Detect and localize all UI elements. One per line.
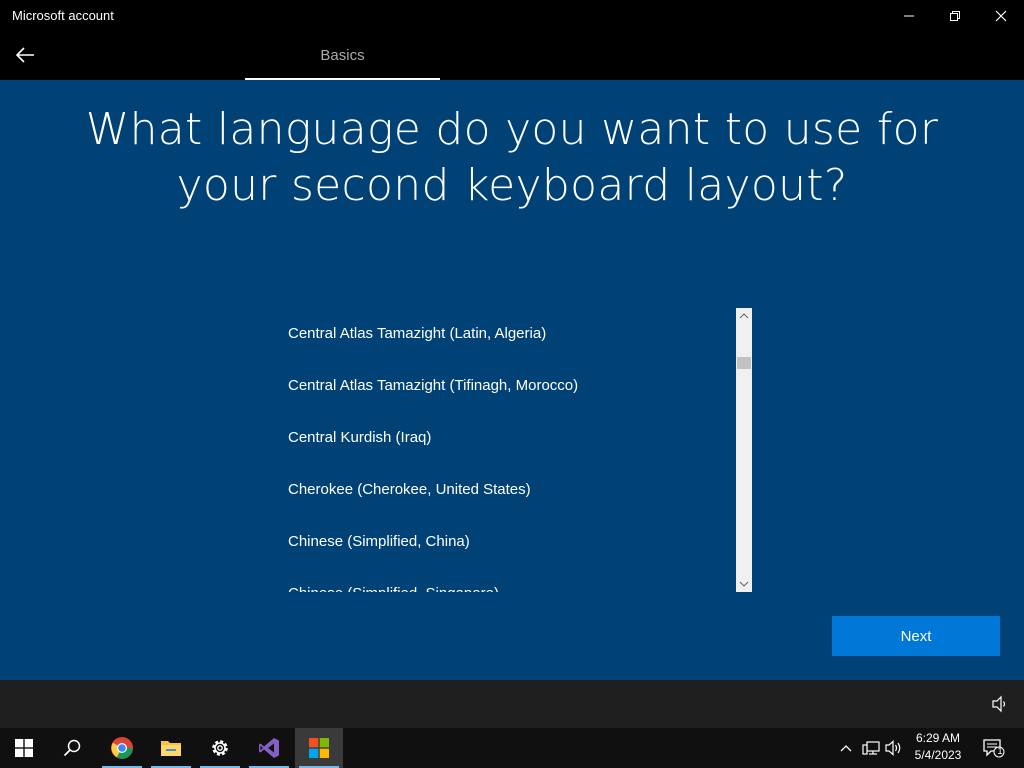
main-panel: What language do you want to use for you… [0, 80, 1024, 680]
microsoft-logo-icon [309, 738, 329, 758]
language-list[interactable]: Central Atlas Tamazight (Latin, Algeria)… [272, 308, 752, 592]
restore-icon [950, 11, 960, 21]
speaker-icon [992, 695, 1006, 713]
taskbar-microsoft-store[interactable] [295, 728, 343, 768]
taskbar-chrome[interactable] [98, 728, 146, 768]
scroll-up-button[interactable] [736, 308, 752, 324]
start-button[interactable] [0, 728, 48, 768]
chevron-up-icon [739, 313, 749, 319]
chevron-up-icon [840, 745, 852, 752]
list-item[interactable]: Cherokee (Cherokee, United States) [272, 464, 752, 516]
volume-tray-button[interactable] [884, 738, 904, 758]
list-item[interactable]: Central Atlas Tamazight (Tifinagh, Moroc… [272, 360, 752, 412]
page-title: What language do you want to use for you… [85, 104, 939, 211]
speaker-icon [885, 740, 901, 756]
network-icon [862, 741, 880, 755]
gear-icon [212, 740, 228, 756]
tab-basics[interactable]: Basics [245, 32, 440, 80]
window-title: Microsoft account [12, 8, 114, 23]
chrome-icon [111, 737, 133, 759]
minimize-button[interactable] [886, 0, 932, 32]
title-bar: Microsoft account [0, 0, 1024, 32]
notification-count-badge: 1 [997, 746, 1003, 756]
taskbar-clock[interactable]: 6:29 AM 5/4/2023 [905, 730, 971, 766]
taskbar-file-explorer[interactable] [147, 728, 195, 768]
folder-icon [161, 741, 181, 756]
accessibility-volume-button[interactable] [990, 694, 1010, 714]
list-item[interactable]: Central Kurdish (Iraq) [272, 412, 752, 464]
close-icon [995, 10, 1007, 22]
chevron-down-icon [739, 581, 749, 587]
visual-studio-icon [259, 738, 279, 758]
show-hidden-icons-button[interactable] [836, 738, 856, 758]
list-item[interactable]: Chinese (Simplified, Singapore) [272, 568, 752, 592]
network-tray-button[interactable] [861, 738, 881, 758]
list-item[interactable]: Central Atlas Tamazight (Latin, Algeria) [272, 308, 752, 360]
back-button[interactable] [8, 38, 42, 72]
clock-time: 6:29 AM [915, 731, 961, 745]
taskbar-settings[interactable] [196, 728, 244, 768]
bottom-bar [0, 680, 1024, 728]
restore-button[interactable] [932, 0, 978, 32]
scroll-down-button[interactable] [736, 576, 752, 592]
clock-date: 5/4/2023 [914, 748, 962, 762]
action-center-button[interactable]: 1 [982, 738, 1006, 758]
nav-header: Basics [0, 32, 1024, 80]
next-button[interactable]: Next [832, 616, 1000, 656]
list-item[interactable]: Chinese (Simplified, China) [272, 516, 752, 568]
search-button[interactable] [48, 728, 96, 768]
taskbar: 6:29 AM 5/4/2023 1 [0, 728, 1024, 768]
scroll-thumb[interactable] [737, 357, 751, 369]
back-arrow-icon [15, 47, 34, 63]
close-button[interactable] [978, 0, 1024, 32]
windows-logo-icon [15, 739, 33, 757]
minimize-icon [904, 15, 914, 17]
taskbar-visual-studio[interactable] [245, 728, 293, 768]
search-icon [63, 739, 81, 757]
list-scrollbar[interactable] [736, 308, 752, 592]
